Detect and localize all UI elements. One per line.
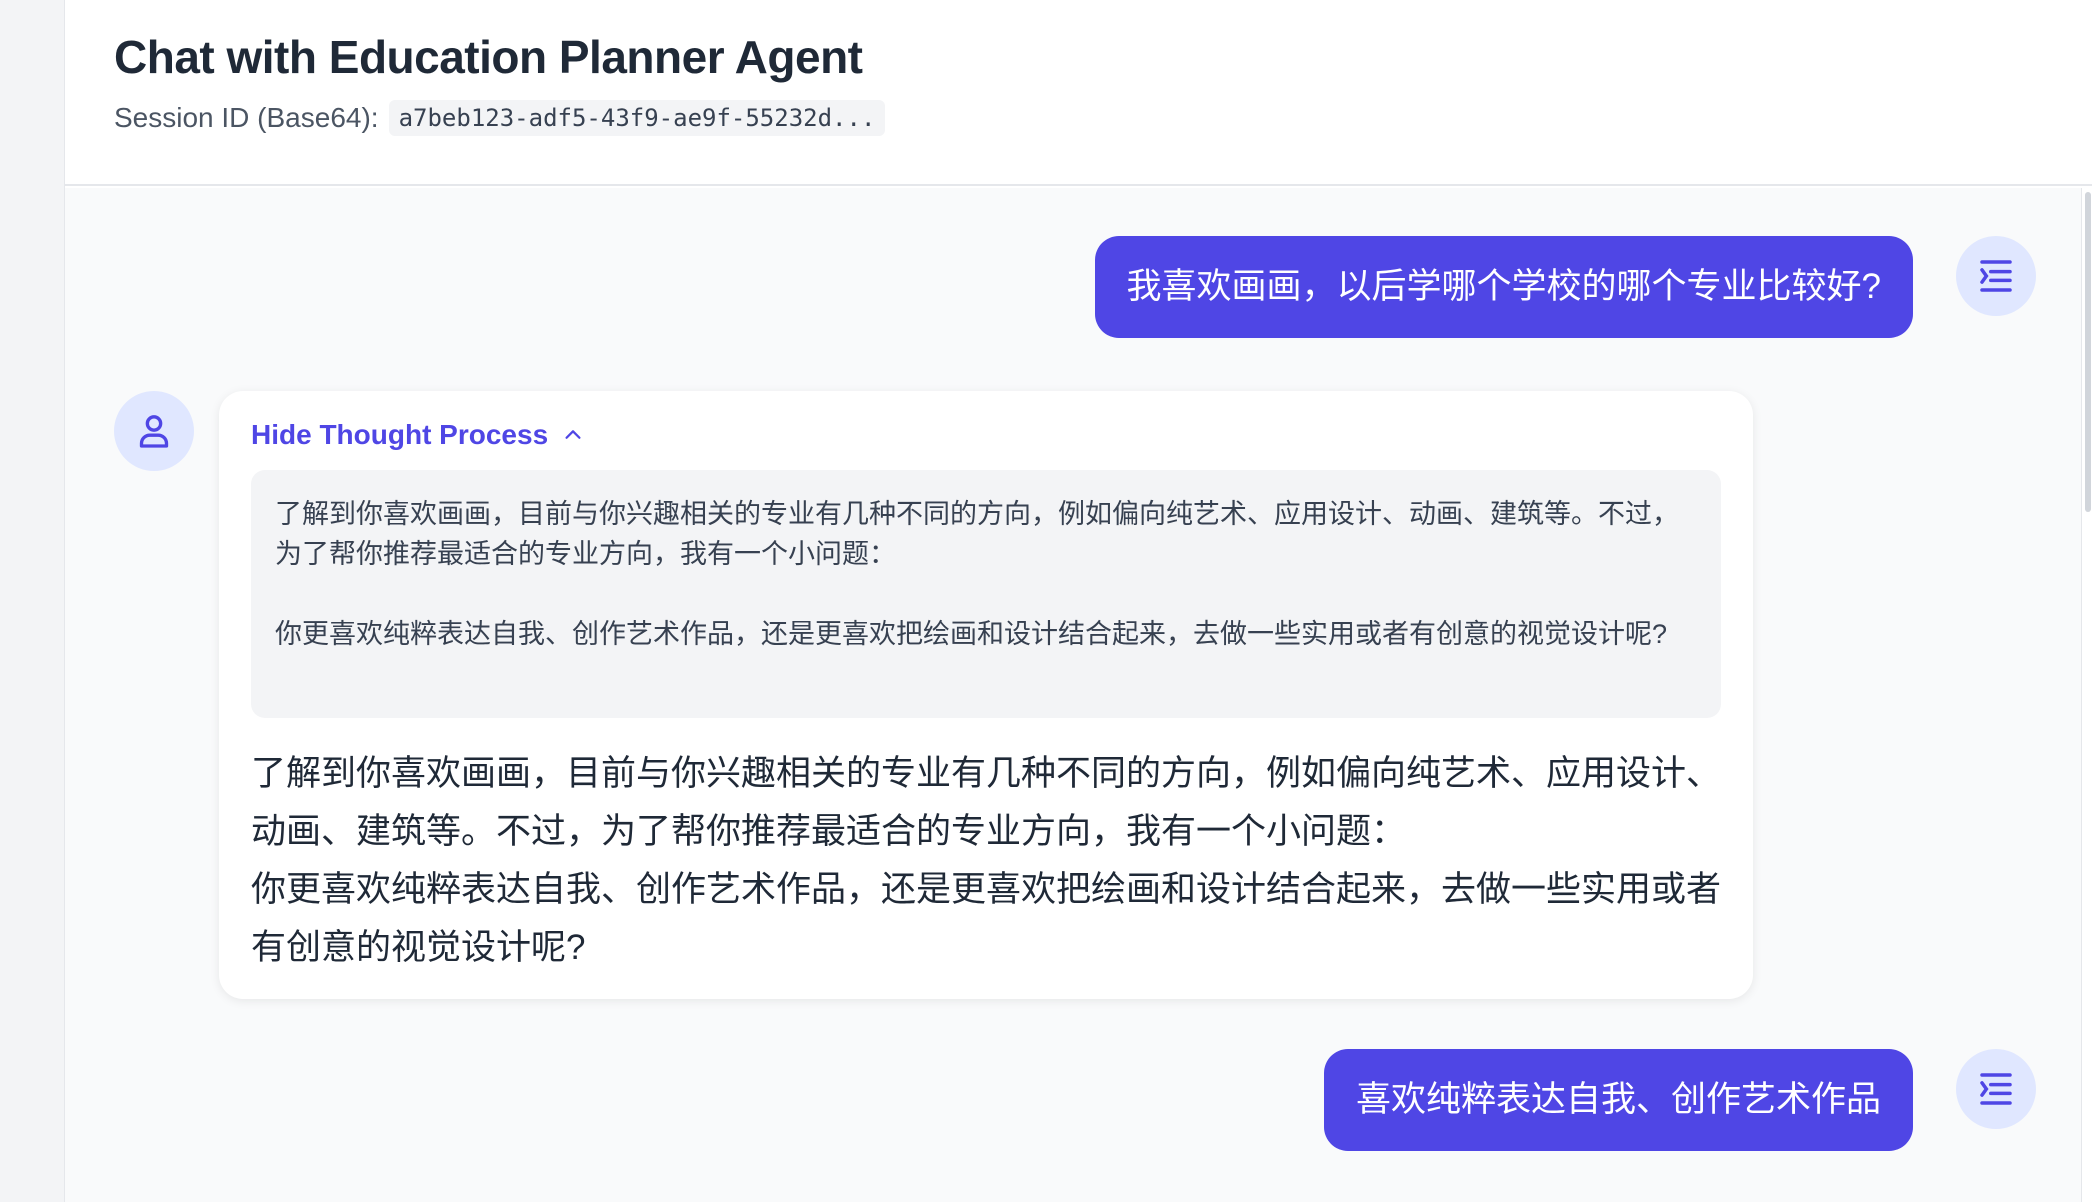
agent-answer-text: 你更喜欢纯粹表达自我、创作艺术作品，还是更喜欢把绘画和设计结合起来，去做一些实用… — [251, 870, 1722, 967]
chat-scrollbar[interactable] — [2081, 188, 2092, 1202]
chat-header: Chat with Education Planner Agent Sessio… — [65, 0, 2092, 186]
thought-text: 你更喜欢纯粹表达自我、创作艺术作品，还是更喜欢把绘画和设计结合起来，去做一些实用… — [275, 619, 1668, 649]
user-message-bubble: 我喜欢画画，以后学哪个学校的哪个专业比较好? — [1094, 236, 1913, 338]
session-id-label: Session ID (Base64): — [114, 102, 379, 133]
user-message-text: 我喜欢画画，以后学哪个学校的哪个专业比较好? — [1126, 267, 1881, 306]
user-message-text: 喜欢纯粹表达自我、创作艺术作品 — [1355, 1080, 1881, 1119]
thought-process-box: 了解到你喜欢画画，目前与你兴趣相关的专业有几种不同的方向，例如偏向纯艺术、应用设… — [251, 470, 1721, 718]
page-title: Chat with Education Planner Agent — [114, 31, 863, 83]
person-icon — [139, 415, 169, 448]
chat-panel: Chat with Education Planner Agent Sessio… — [64, 0, 2092, 1202]
chevron-up-icon — [565, 430, 581, 439]
agent-answer: 了解到你喜欢画画，目前与你兴趣相关的专业有几种不同的方向，例如偏向纯艺术、应用设… — [251, 745, 1721, 977]
text-indent-icon — [1980, 260, 2012, 292]
user-avatar — [1956, 236, 2036, 316]
thought-text: 了解到你喜欢画画，目前与你兴趣相关的专业有几种不同的方向，例如偏向纯艺术、应用设… — [275, 499, 1679, 569]
user-avatar — [1956, 1049, 2036, 1129]
agent-answer-text: 了解到你喜欢画画，目前与你兴趣相关的专业有几种不同的方向，例如偏向纯艺术、应用设… — [251, 754, 1722, 851]
agent-message-card: Hide Thought Process 了解到你喜欢画画，目前与你兴趣相关的专… — [219, 391, 1753, 999]
text-indent-icon — [1980, 1073, 2012, 1105]
scrollbar-thumb[interactable] — [2085, 192, 2091, 512]
message-list[interactable]: 我喜欢画画，以后学哪个学校的哪个专业比较好? Hide Thought Proc… — [65, 188, 2092, 1202]
agent-avatar — [114, 391, 194, 471]
toggle-label: Hide Thought Process — [251, 419, 549, 450]
hide-thought-process-toggle[interactable]: Hide Thought Process — [251, 419, 584, 451]
session-id-value: a7beb123-adf5-43f9-ae9f-55232d... — [388, 100, 886, 136]
user-message-bubble: 喜欢纯粹表达自我、创作艺术作品 — [1323, 1049, 1913, 1151]
session-id-row: Session ID (Base64): a7beb123-adf5-43f9-… — [114, 100, 886, 136]
left-sidebar-strip — [0, 0, 64, 1202]
